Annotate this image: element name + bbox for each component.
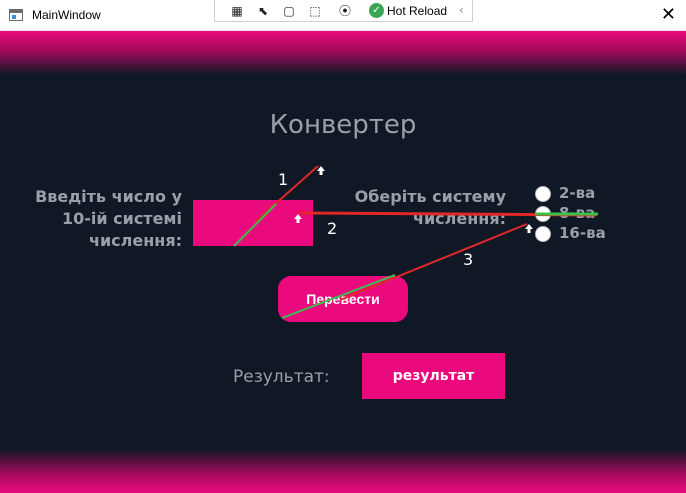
hot-reload-check-icon: ✓ xyxy=(369,3,384,18)
system-label-line: Оберіть систему xyxy=(354,187,506,206)
annotation-number-3: 3 xyxy=(463,250,474,269)
bottom-gradient-band xyxy=(0,449,686,493)
annotation-number-1: 1 xyxy=(278,170,289,189)
convert-button[interactable]: Перевести xyxy=(278,276,408,322)
radio-label: 16-ва xyxy=(559,224,606,242)
radio-button[interactable] xyxy=(535,206,551,222)
select-element-icon[interactable]: ⬉ xyxy=(255,3,271,19)
result-label: Результат: xyxy=(233,367,330,387)
hot-reload-label[interactable]: Hot Reload xyxy=(387,4,447,18)
app-window-icon xyxy=(9,9,23,21)
main-content: Конвертер Введіть число у 10-ій системі … xyxy=(0,31,686,493)
result-output: результат xyxy=(362,353,505,399)
window-title: MainWindow xyxy=(32,8,101,22)
input-number-label: Введіть число у 10-ій системі числення: xyxy=(12,186,182,252)
annotation-number-2: 2 xyxy=(327,219,338,238)
display-layout-adorners-icon[interactable]: ▢ xyxy=(281,3,297,19)
system-label-line: числення: xyxy=(412,209,506,228)
page-title: Конвертер xyxy=(269,110,417,140)
top-gradient-band xyxy=(0,31,686,75)
radio-button[interactable] xyxy=(535,186,551,202)
radio-button[interactable] xyxy=(535,226,551,242)
xaml-debug-toolbar: ▦ ⬉ ▢ ⬚ ⦿ ✓ Hot Reload ‹ xyxy=(214,0,473,22)
live-visual-tree-icon[interactable]: ▦ xyxy=(229,3,245,19)
input-label-line: числення: xyxy=(88,231,182,250)
input-label-line: 10-ій системі xyxy=(61,209,182,228)
radio-label: 2-ва xyxy=(559,184,596,202)
track-focus-icon[interactable]: ⬚ xyxy=(307,3,323,19)
input-label-line: Введіть число у xyxy=(35,187,182,206)
decimal-number-input[interactable] xyxy=(193,200,313,246)
close-icon[interactable]: ✕ xyxy=(661,5,676,25)
window-titlebar: MainWindow ▦ ⬉ ▢ ⬚ ⦿ ✓ Hot Reload ‹ ✕ xyxy=(0,0,686,31)
binding-failures-icon[interactable]: ⦿ xyxy=(337,3,353,19)
radio-label: 8-ва xyxy=(559,204,596,222)
number-system-label: Оберіть систему числення: xyxy=(336,186,506,230)
collapse-toolbar-icon[interactable]: ‹ xyxy=(459,3,464,17)
